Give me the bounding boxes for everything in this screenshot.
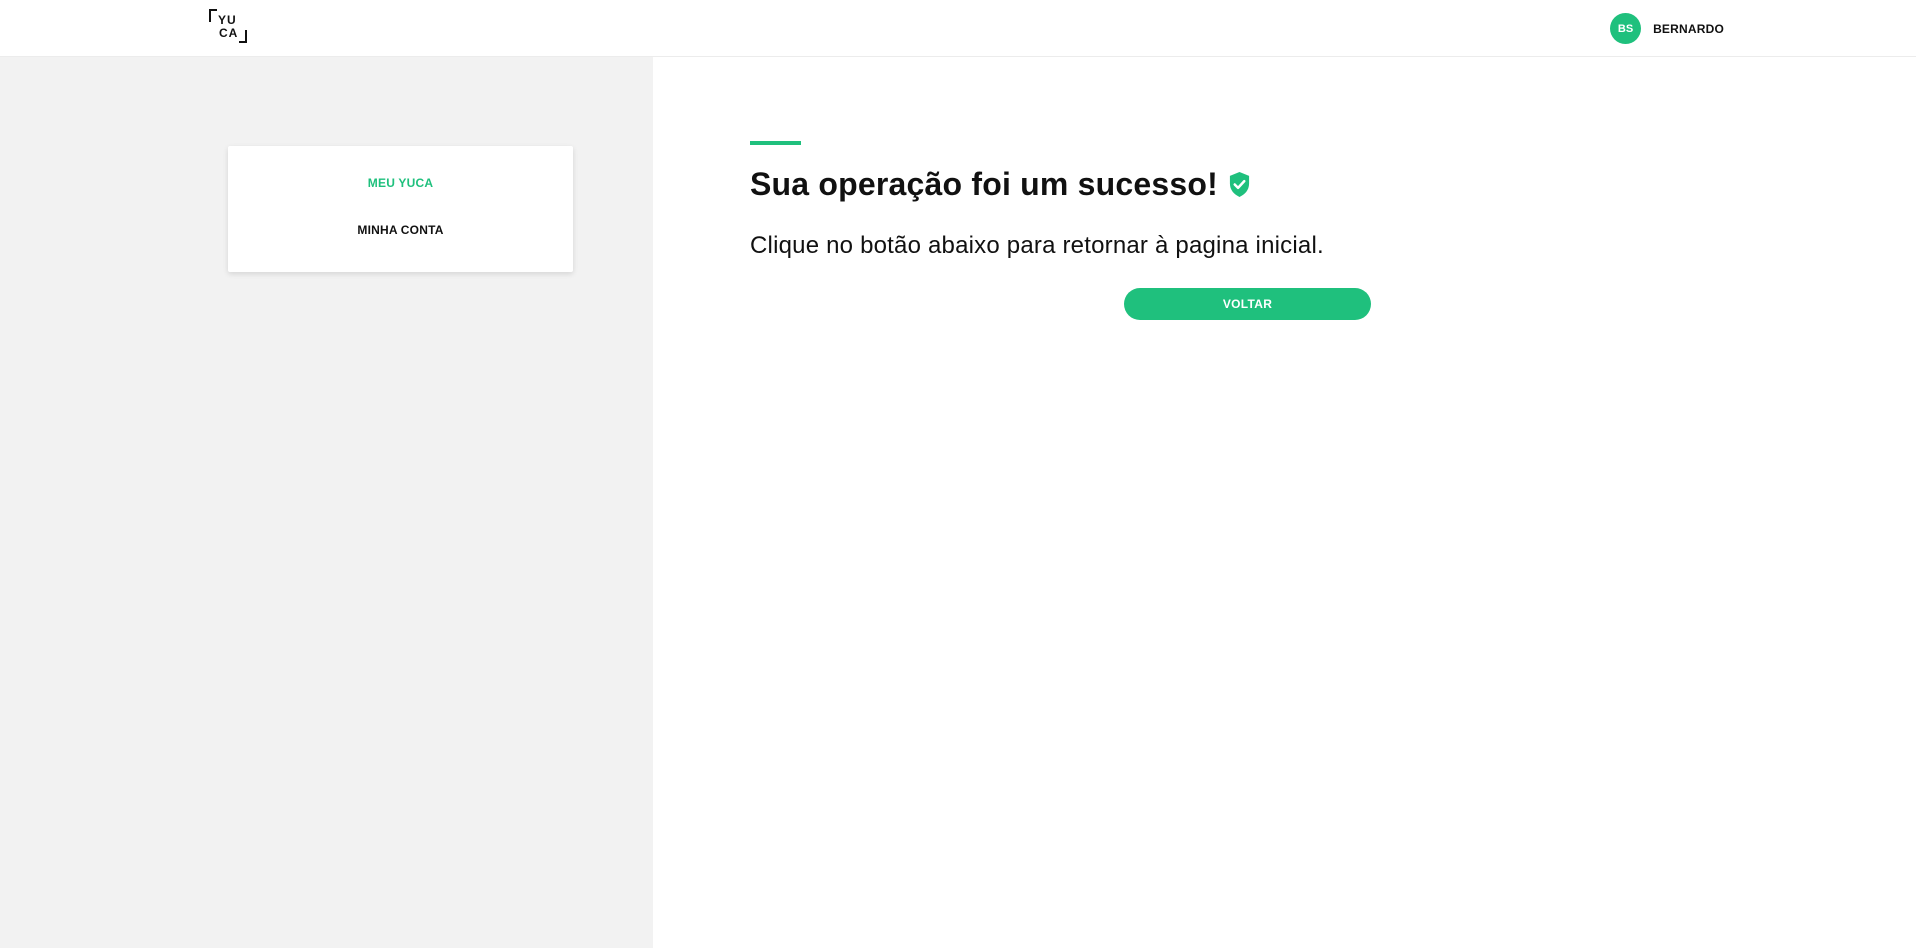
user-menu[interactable]: BS BERNARDO xyxy=(1610,13,1724,44)
logo-text-row1: YU xyxy=(218,13,237,27)
title-row: Sua operação foi um sucesso! xyxy=(750,166,1251,203)
yuca-logo[interactable]: YU CA xyxy=(209,9,247,43)
page-subtitle: Clique no botão abaixo para retornar à p… xyxy=(750,232,1324,259)
back-button[interactable]: VOLTAR xyxy=(1124,288,1371,320)
user-name[interactable]: BERNARDO xyxy=(1653,22,1724,36)
logo-corner-bottom-right xyxy=(239,30,247,43)
sidebar-item-minha-conta[interactable]: MINHA CONTA xyxy=(228,223,573,237)
shield-check-icon xyxy=(1229,172,1250,197)
sidebar-item-meu-yuca[interactable]: MEU YUCA xyxy=(228,176,573,190)
logo-corner-top-left xyxy=(209,9,217,22)
logo-text-row2: CA xyxy=(219,26,239,40)
page-title: Sua operação foi um sucesso! xyxy=(750,166,1218,202)
sidebar: MEU YUCA MINHA CONTA xyxy=(0,57,653,948)
main-content: Sua operação foi um sucesso! Clique no b… xyxy=(653,57,1916,948)
title-accent-line xyxy=(750,141,801,145)
sidebar-menu-card: MEU YUCA MINHA CONTA xyxy=(228,146,573,272)
avatar[interactable]: BS xyxy=(1610,13,1642,44)
top-header: YU CA BS BERNARDO xyxy=(0,0,1916,57)
